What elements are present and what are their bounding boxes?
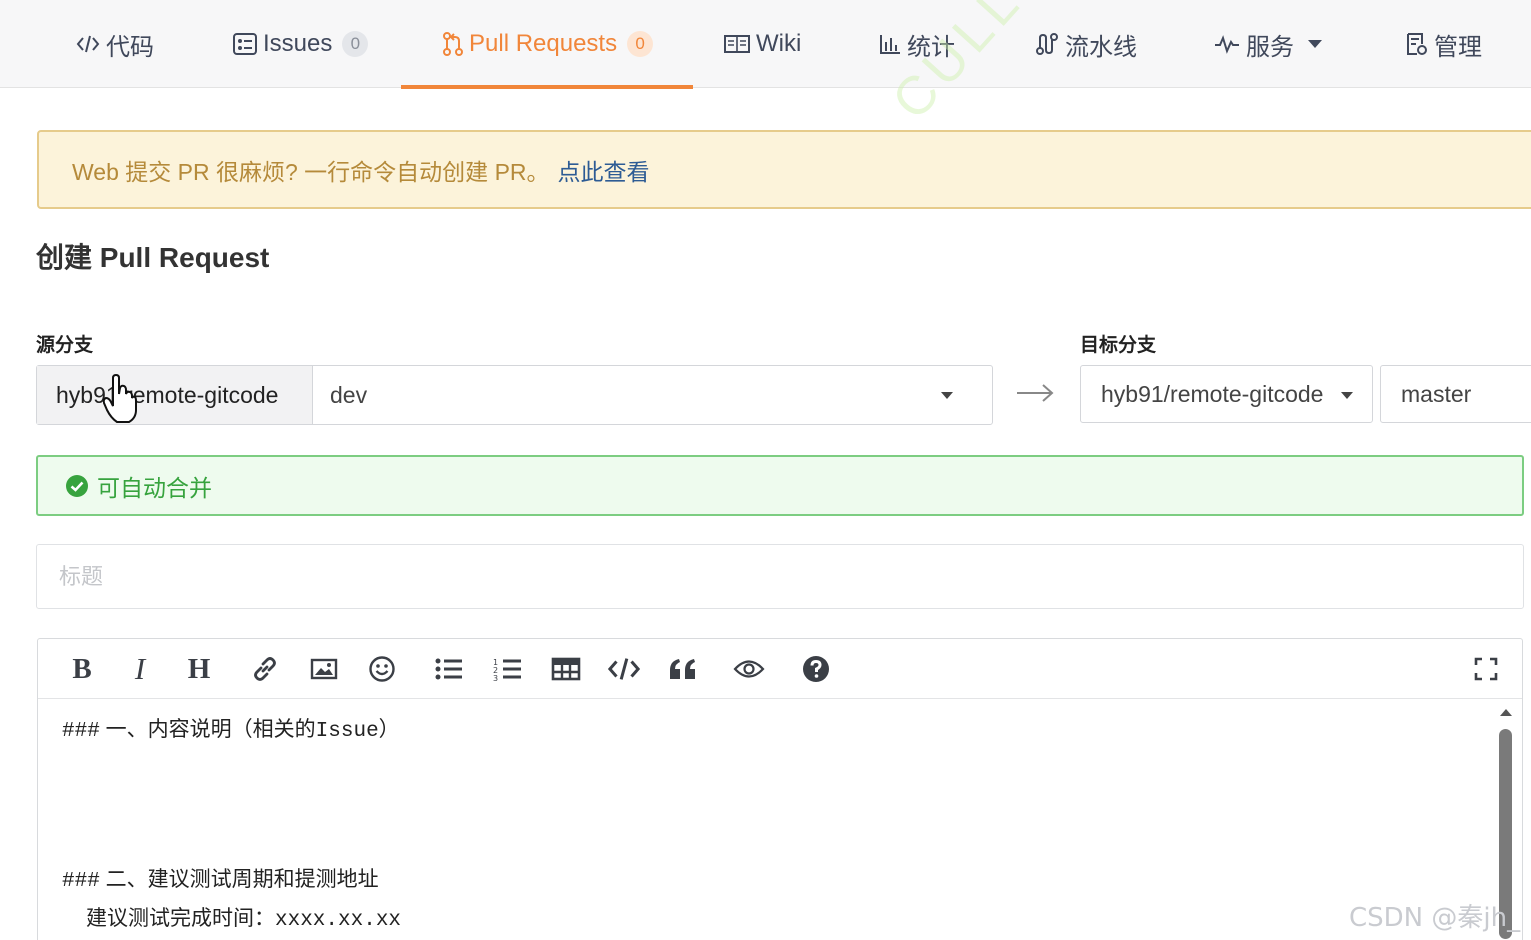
chevron-down-icon <box>941 392 953 399</box>
editor-line: 建议测试完成时间：xxxx.xx.xx <box>86 907 402 932</box>
source-branch-selector: hyb91/remote-gitcode dev <box>36 365 993 425</box>
source-branch-select[interactable]: dev <box>313 366 992 424</box>
editor-blank-lines <box>62 750 401 861</box>
bold-button[interactable]: B <box>66 653 98 685</box>
svg-text:3: 3 <box>493 674 498 682</box>
issues-count-badge: 0 <box>342 31 369 57</box>
table-icon[interactable] <box>550 653 582 685</box>
image-icon[interactable] <box>308 653 340 685</box>
pr-title-input[interactable] <box>36 544 1524 609</box>
chevron-down-icon <box>1341 392 1353 399</box>
tab-pipeline[interactable]: 流水线 <box>1035 0 1137 88</box>
cli-notice-banner: Web 提交 PR 很麻烦? 一行命令自动创建 PR。 点此查看 <box>37 130 1531 209</box>
merge-status-text: 可自动合并 <box>97 474 212 501</box>
heading-button[interactable]: H <box>183 653 215 685</box>
repo-tab-bar: 代码 Issues 0 Pull Requests 0 Wiki 统计 流水线 <box>0 0 1531 89</box>
code-block-icon[interactable] <box>608 653 640 685</box>
tab-label: Issues <box>263 30 333 57</box>
tab-label: 服务 <box>1246 33 1294 61</box>
scroll-up-arrow-icon[interactable] <box>1500 709 1512 716</box>
numbered-list-icon[interactable]: 123 <box>492 653 524 685</box>
editor-line: ### 二、建议测试周期和提测地址 <box>62 868 379 893</box>
chevron-down-icon <box>1308 40 1322 48</box>
page-title: 创建 Pull Request <box>36 242 270 273</box>
tab-label: 代码 <box>106 33 154 61</box>
notice-link[interactable]: 点此查看 <box>558 153 650 187</box>
code-icon <box>76 34 100 54</box>
pull-request-icon <box>443 32 463 56</box>
emoji-icon[interactable] <box>366 653 398 685</box>
tab-manage[interactable]: 管理 <box>1406 0 1482 88</box>
editor-content[interactable]: ### 一、内容说明（相关的Issue） ### 二、建议测试周期和提测地址 建… <box>62 711 401 939</box>
tab-label: 流水线 <box>1065 33 1137 61</box>
link-icon[interactable] <box>249 653 281 685</box>
editor-toolbar: B I H 123 <box>38 639 1522 699</box>
notice-text: Web 提交 PR 很麻烦? 一行命令自动创建 PR。 <box>72 158 550 185</box>
target-repo-value: hyb91/remote-gitcode <box>1101 380 1324 407</box>
target-branch-select[interactable]: master <box>1380 365 1531 423</box>
help-icon[interactable] <box>800 653 832 685</box>
check-circle-icon <box>65 474 89 498</box>
merge-status-alert: 可自动合并 <box>36 455 1524 516</box>
quote-icon[interactable] <box>667 653 699 685</box>
pipeline-icon <box>1035 32 1059 56</box>
target-branch-value: master <box>1401 380 1472 407</box>
manage-icon <box>1406 32 1428 56</box>
tab-code[interactable]: 代码 <box>76 0 154 88</box>
tab-label: 管理 <box>1434 33 1482 61</box>
pr-count-badge: 0 <box>627 31 654 57</box>
italic-button[interactable]: I <box>124 651 156 686</box>
wiki-icon <box>724 34 750 54</box>
target-repo-select[interactable]: hyb91/remote-gitcode <box>1080 365 1373 423</box>
hand-pointer-cursor-icon <box>102 373 137 429</box>
tab-label: Wiki <box>756 30 802 57</box>
source-repo-select[interactable]: hyb91/remote-gitcode <box>37 366 313 424</box>
markdown-editor: B I H 123 ### 一、内容说明（相关的Issue） ### 二、建议测… <box>37 638 1523 940</box>
csdn-watermark: CSDN @秦jh_ <box>1349 903 1521 933</box>
tab-issues[interactable]: Issues 0 <box>233 0 369 88</box>
preview-eye-icon[interactable] <box>733 653 765 685</box>
pulse-icon <box>1214 34 1240 54</box>
issues-icon <box>233 33 257 55</box>
tab-pull-requests[interactable]: Pull Requests 0 <box>400 0 694 89</box>
tab-services[interactable]: 服务 <box>1214 0 1322 88</box>
target-branch-label: 目标分支 <box>1080 335 1157 356</box>
tab-wiki[interactable]: Wiki <box>724 0 801 88</box>
fullscreen-icon[interactable] <box>1470 653 1502 685</box>
bulleted-list-icon[interactable] <box>433 653 465 685</box>
source-branch-label: 源分支 <box>36 335 94 356</box>
editor-line: ### 一、内容说明（相关的Issue） <box>62 718 400 743</box>
tab-label: Pull Requests <box>469 30 618 57</box>
stats-icon <box>879 33 901 55</box>
arrow-right-icon <box>1015 378 1055 413</box>
source-branch-value: dev <box>330 381 368 408</box>
